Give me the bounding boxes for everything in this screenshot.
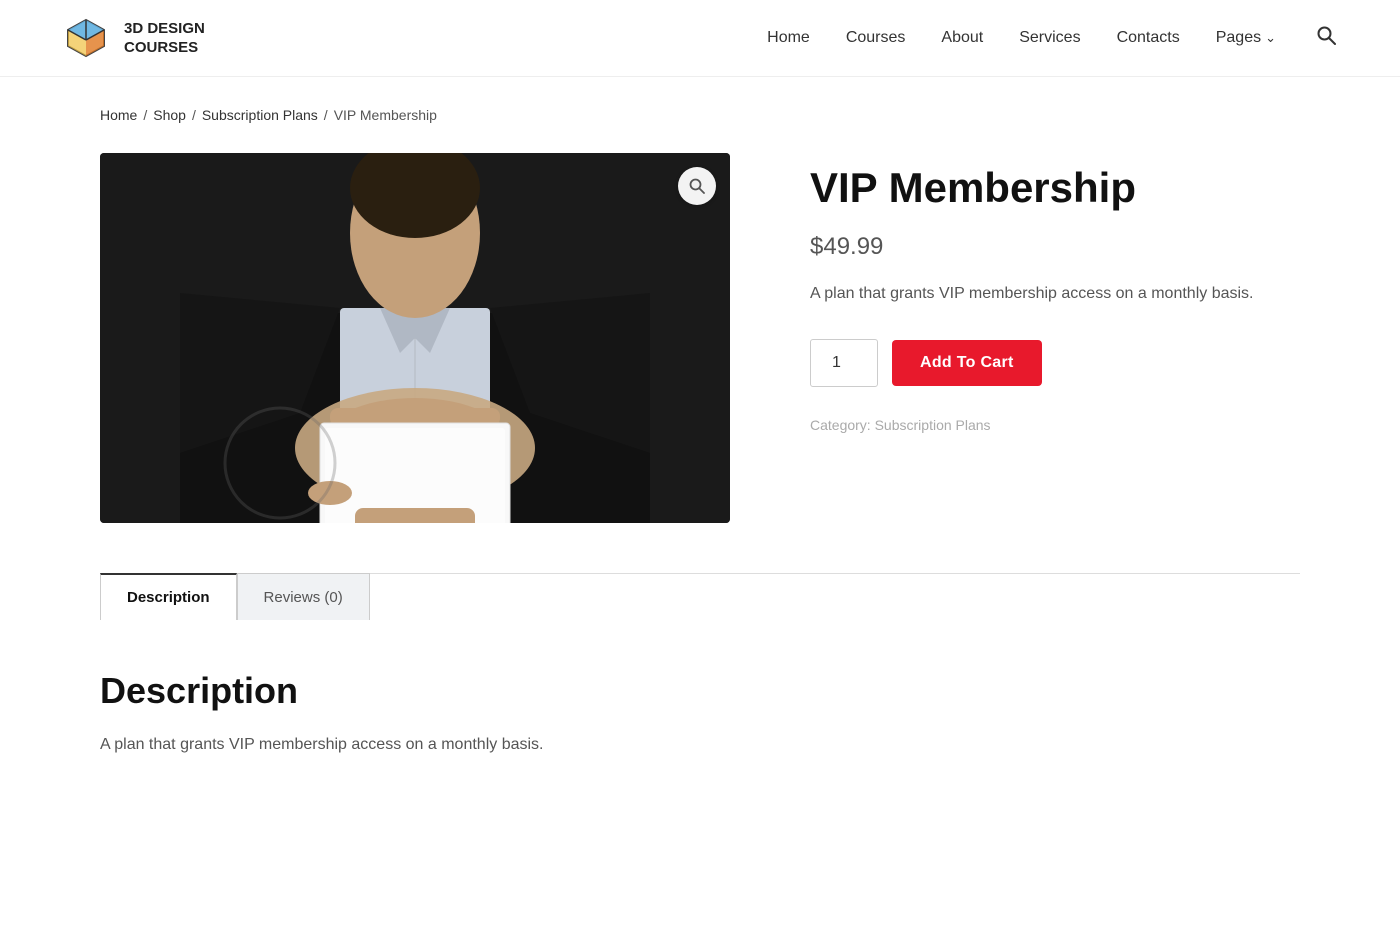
product-title: VIP Membership [810, 163, 1300, 213]
quantity-input[interactable] [810, 339, 878, 387]
breadcrumb-sep2: / [192, 107, 196, 123]
nav-services[interactable]: Services [1019, 29, 1080, 47]
product-details: VIP Membership $49.99 A plan that grants… [810, 153, 1300, 523]
tabs-row: Description Reviews (0) [100, 574, 1300, 620]
breadcrumb-current: VIP Membership [334, 107, 437, 123]
nav-home[interactable]: Home [767, 29, 810, 47]
add-to-cart-button[interactable]: Add To Cart [892, 340, 1042, 386]
product-category: Category: Subscription Plans [810, 417, 1300, 433]
breadcrumb-sep3: / [324, 107, 328, 123]
breadcrumb: Home / Shop / Subscription Plans / VIP M… [100, 107, 1300, 123]
logo-icon [60, 12, 112, 64]
description-heading: Description [100, 670, 1300, 712]
tabs-section: Description Reviews (0) [100, 573, 1300, 620]
nav-pages-dropdown[interactable]: Pages ⌄ [1216, 29, 1276, 47]
nav-courses[interactable]: Courses [846, 29, 906, 47]
description-section: Description A plan that grants VIP membe… [100, 660, 1300, 818]
add-to-cart-row: Add To Cart [810, 339, 1300, 387]
main-nav: Home Courses About Services Contacts Pag… [767, 21, 1340, 55]
breadcrumb-shop[interactable]: Shop [153, 107, 186, 123]
site-logo[interactable]: 3D DESIGN COURSES [60, 12, 205, 64]
tab-reviews[interactable]: Reviews (0) [237, 573, 370, 620]
nav-contacts[interactable]: Contacts [1117, 29, 1180, 47]
tab-description[interactable]: Description [100, 573, 237, 620]
breadcrumb-subscription-plans[interactable]: Subscription Plans [202, 107, 318, 123]
chevron-down-icon: ⌄ [1265, 30, 1276, 46]
product-description-short: A plan that grants VIP membership access… [810, 281, 1300, 307]
search-icon [1316, 25, 1336, 45]
product-price: $49.99 [810, 233, 1300, 261]
main-content: Home / Shop / Subscription Plans / VIP M… [40, 77, 1360, 848]
breadcrumb-home[interactable]: Home [100, 107, 137, 123]
product-section: VIP Membership $49.99 A plan that grants… [100, 153, 1300, 523]
breadcrumb-sep1: / [143, 107, 147, 123]
nav-about[interactable]: About [941, 29, 983, 47]
product-illustration [100, 153, 730, 523]
category-link[interactable]: Subscription Plans [875, 417, 991, 433]
category-label: Category: [810, 417, 871, 433]
search-button[interactable] [1312, 21, 1340, 55]
logo-text: 3D DESIGN COURSES [124, 19, 205, 58]
product-image-container [100, 153, 730, 523]
zoom-button[interactable] [678, 167, 716, 205]
description-body: A plan that grants VIP membership access… [100, 732, 1300, 758]
header: 3D DESIGN COURSES Home Courses About Ser… [0, 0, 1400, 77]
nav-pages-link[interactable]: Pages [1216, 29, 1261, 47]
zoom-icon [689, 178, 705, 194]
product-image [100, 153, 730, 523]
